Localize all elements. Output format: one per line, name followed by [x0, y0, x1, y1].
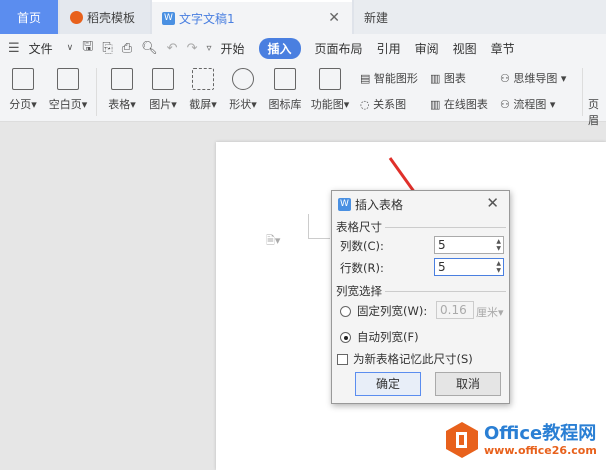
- watermark-url: www.office26.com: [484, 443, 597, 457]
- value: 0.16: [440, 303, 467, 317]
- label: 厘米: [476, 306, 498, 319]
- rows-label: 行数(R):: [340, 261, 384, 275]
- insert-table-dialog: W 插入表格 ✕ 表格尺寸 列数(C): 5 ▲ ▼ 行数(R): 5 ▲ ▼ 列宽选择 …: [331, 190, 510, 404]
- writer-icon: W: [338, 198, 351, 211]
- radio[interactable]: [340, 306, 351, 317]
- dialog-title: 插入表格: [355, 198, 404, 212]
- columns-label: 列数(C):: [340, 239, 384, 253]
- remember-size-checkbox[interactable]: 为新表格记忆此尺寸(S): [337, 351, 473, 367]
- columns-input[interactable]: 5 ▲ ▼: [434, 236, 504, 254]
- value: 5: [438, 260, 446, 274]
- checkbox[interactable]: [337, 354, 348, 365]
- watermark: Office教程网 www.office26.com: [445, 421, 597, 459]
- auto-width-radio[interactable]: 自动列宽(F): [340, 329, 419, 345]
- fixed-width-input[interactable]: 0.16: [436, 301, 474, 319]
- section-label: 表格尺寸: [336, 220, 382, 234]
- spinner-icon[interactable]: ▲ ▼: [496, 260, 501, 274]
- annotation-arrow: [388, 157, 446, 238]
- label: 自动列宽(F): [357, 330, 419, 344]
- section-label: 列宽选择: [336, 284, 382, 298]
- ok-button[interactable]: 确定: [355, 372, 421, 396]
- radio[interactable]: [340, 332, 351, 343]
- watermark-brand: Office教程网: [484, 422, 597, 444]
- value: 5: [438, 238, 446, 252]
- unit-select[interactable]: 厘米▾: [476, 304, 504, 320]
- section-width: 列宽选择: [336, 283, 506, 299]
- close-icon[interactable]: ✕: [486, 194, 499, 212]
- label: 为新表格记忆此尺寸(S): [353, 352, 473, 366]
- fixed-width-radio[interactable]: 固定列宽(W):: [340, 303, 427, 319]
- rows-input[interactable]: 5 ▲ ▼: [434, 258, 504, 276]
- label: 固定列宽(W):: [357, 304, 428, 318]
- cancel-button[interactable]: 取消: [435, 372, 501, 396]
- section-size: 表格尺寸: [336, 219, 506, 235]
- spinner-icon[interactable]: ▲ ▼: [496, 238, 501, 252]
- office-logo-icon: [446, 422, 478, 458]
